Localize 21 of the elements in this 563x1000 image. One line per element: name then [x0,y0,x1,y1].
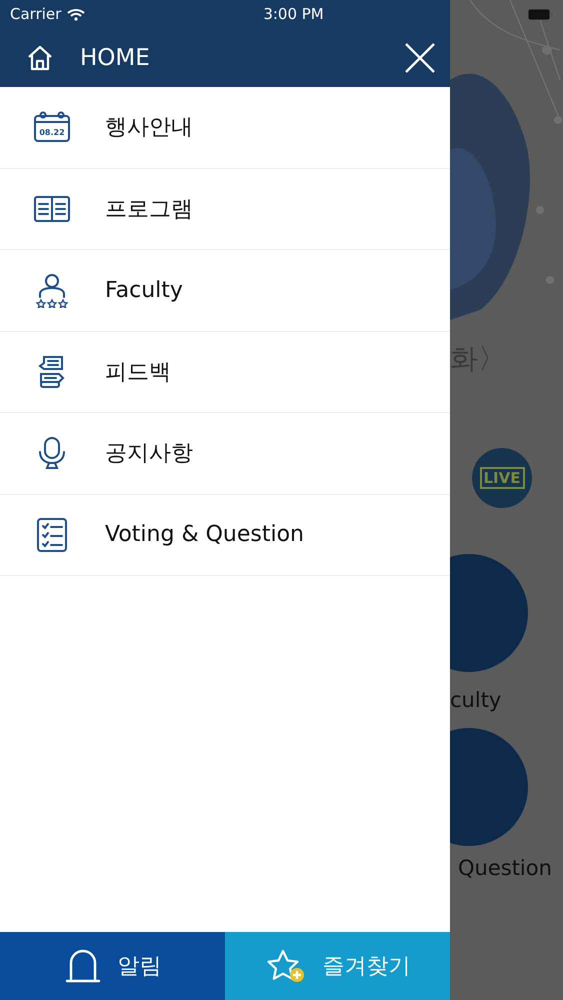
close-icon[interactable] [404,42,436,74]
wifi-icon [67,8,86,20]
menu-item[interactable]: 프로그램 [0,168,450,250]
star-plus-icon [264,948,306,984]
tab-button[interactable]: 알림 [0,932,225,1000]
time-text: 3:00 PM [263,5,324,23]
checklist-icon [36,516,68,553]
home-icon[interactable] [26,44,54,70]
carrier-text: Carrier [10,5,62,23]
menu-label: culty [450,688,502,712]
microphone-icon [37,436,67,470]
menu-item[interactable]: Voting & Question [0,494,450,576]
battery-icon [527,8,553,20]
menu-item[interactable]: 피드백 [0,332,450,413]
drawer-title: HOME [80,44,151,70]
speech-bubbles-icon [37,354,67,389]
menu-item[interactable]: 08.22 행사안내 [0,87,450,168]
person-stars-icon [35,272,69,308]
bell-icon [64,948,102,984]
menu-label: Question [458,856,552,880]
book-icon [33,194,71,223]
